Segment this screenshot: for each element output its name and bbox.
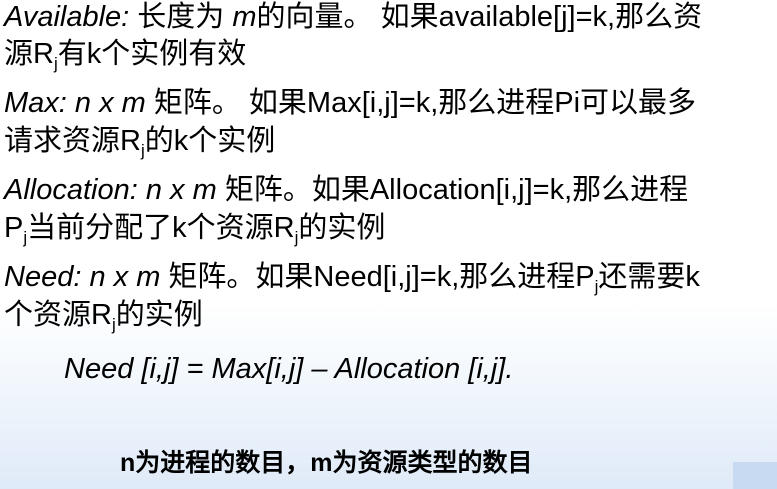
need-term: Need: [4,261,82,293]
allocation-definition-line-2: Pj当前分配了k个资源Rj的实例 [4,211,386,246]
available-definition-line-2: 源Rj有k个实例有效 [4,37,247,72]
allocation-text-d: 当前分配了k个资源R [27,212,295,244]
need-text-c: 还需要k [598,261,700,293]
need-definition-line-2: 个资源Rj的实例 [4,298,203,333]
allocation-text-c: P [4,212,24,244]
need-text-d: 个资源R [4,299,112,331]
allocation-text-a [138,174,146,206]
available-text-d: 有k个实例有效 [57,38,247,70]
max-nxm: n x m [74,87,146,119]
max-definition-line-2: 请求资源Rj的k个实例 [4,124,276,159]
available-term: Available: [4,1,130,33]
allocation-text-e: 的实例 [298,212,386,244]
need-nxm: n x m [89,261,161,293]
max-text-c: 请求资源R [4,125,141,157]
need-text-b: 矩阵。如果Need[i,j]=k,那么进程P [160,261,595,293]
slide: Available: 长度为 m的向量。 如果available[j]=k,那么… [0,0,777,489]
max-text-a [67,87,75,119]
corner-decoration [733,462,777,489]
available-text-c: 源R [4,38,54,70]
max-text-b: 矩阵。 如果Max[i,j]=k,那么进程Pi可以最多 [145,87,697,119]
need-text-e: 的实例 [115,299,203,331]
allocation-term: Allocation: [4,174,138,206]
allocation-text-b: 矩阵。如果Allocation[i,j]=k,那么进程 [216,174,689,206]
max-term: Max: [4,87,67,119]
max-text-d: 的k个实例 [144,125,276,157]
allocation-nxm: n x m [145,174,217,206]
need-definition-line-1: Need: n x m 矩阵。如果Need[i,j]=k,那么进程Pj还需要k [4,260,700,295]
allocation-definition-line-1: Allocation: n x m 矩阵。如果Allocation[i,j]=k… [4,173,688,207]
need-formula: Need [i,j] = Max[i,j] – Allocation [i,j]… [64,353,514,385]
max-definition-line-1: Max: n x m 矩阵。 如果Max[i,j]=k,那么进程Pi可以最多 [4,86,696,120]
available-m: m [232,1,257,33]
available-text-a: 长度为 [137,1,233,33]
available-definition-line-1: Available: 长度为 m的向量。 如果available[j]=k,那么… [4,0,702,34]
available-text-b: 的向量。 如果available[j]=k,那么资 [256,1,703,33]
footer-note: n为进程的数目，m为资源类型的数目 [120,449,533,477]
